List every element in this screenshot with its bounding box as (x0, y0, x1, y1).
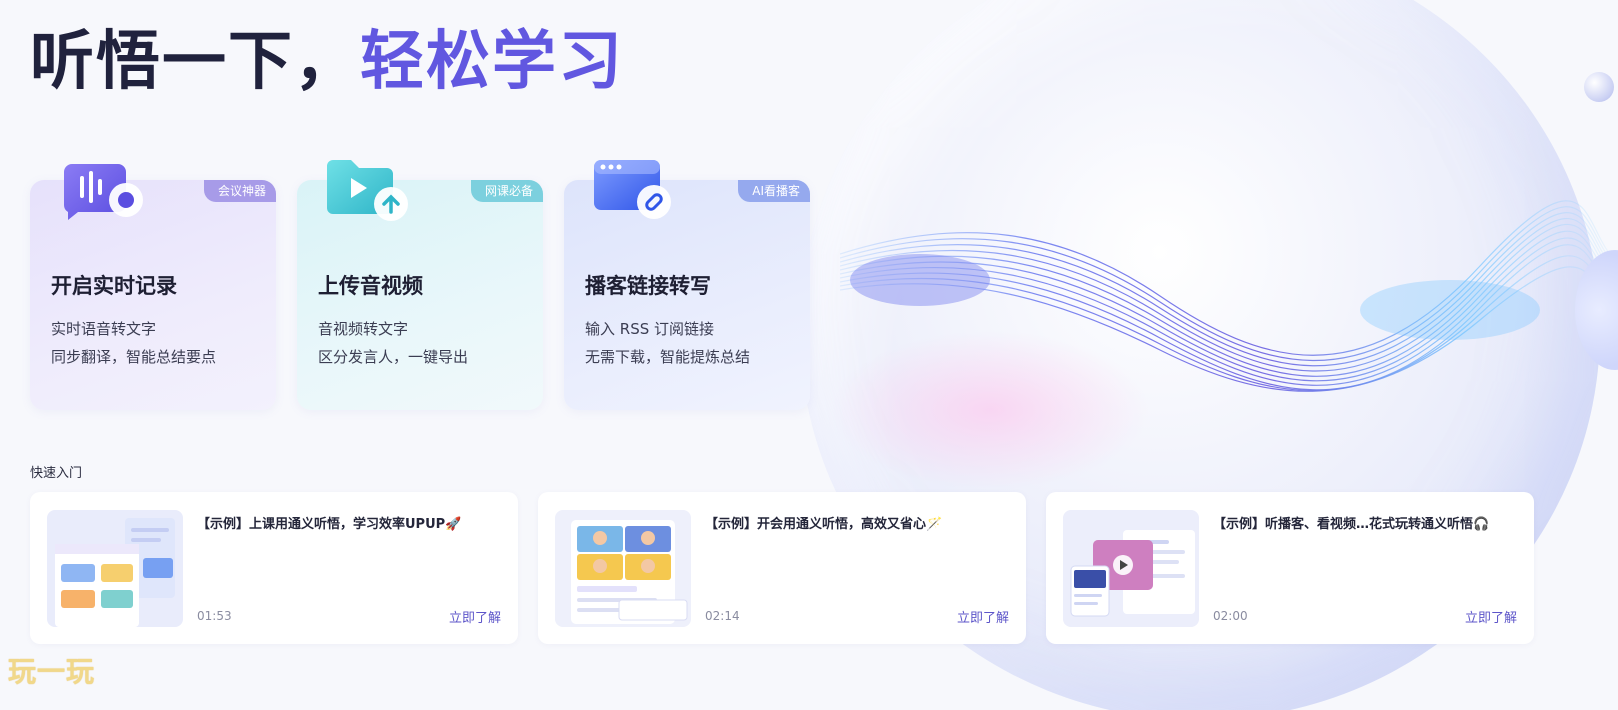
feature-card-realtime-record[interactable]: 会议神器 开启实时记录 实时语音转文字 同步翻译，智能总结要点 (30, 164, 276, 410)
example-title: 【示例】开会用通义听悟，高效又省心🪄 (705, 517, 943, 532)
feature-desc-line1: 输入 RSS 订阅链接 (585, 320, 715, 338)
feature-desc-line2: 区分发言人，一键导出 (318, 348, 469, 366)
feature-desc-line1: 实时语音转文字 (51, 320, 157, 338)
decorative-bubble (1584, 72, 1614, 102)
example-duration: 02:00 (1213, 609, 1248, 623)
voice-record-icon (63, 164, 143, 220)
learn-more-link[interactable]: 立即了解 (449, 607, 501, 626)
feature-title: 播客链接转写 (585, 274, 711, 298)
example-card-meeting[interactable]: 【示例】开会用通义听悟，高效又省心🪄 02:14 立即了解 (538, 492, 1026, 644)
feature-title: 开启实时记录 (51, 274, 177, 298)
feature-title: 上传音视频 (318, 274, 423, 298)
feature-card-podcast-link[interactable]: AI看播客 播客链接转写 输入 RSS 订阅链接 无需下载，智能提炼总结 (564, 160, 810, 410)
feature-card-upload-media[interactable]: 网课必备 上传音视频 音视频转文字 区分发言人，一键导出 (297, 160, 543, 410)
feature-tag: 网课必备 (470, 180, 543, 202)
example-card-class[interactable]: 【示例】上课用通义听悟，学习效率UPUP🚀 01:53 立即了解 (30, 492, 518, 644)
example-card-podcast[interactable]: 【示例】听播客、看视频…花式玩转通义听悟🎧 02:00 立即了解 (1046, 492, 1534, 644)
example-duration: 01:53 (197, 609, 232, 623)
upload-folder-icon (327, 160, 408, 221)
example-title: 【示例】听播客、看视频…花式玩转通义听悟🎧 (1213, 517, 1490, 532)
example-title: 【示例】上课用通义听悟，学习效率UPUP🚀 (197, 517, 462, 532)
feature-tag: AI看播客 (738, 180, 810, 202)
feature-desc-line1: 音视频转文字 (318, 320, 409, 338)
example-thumbnail (1063, 510, 1199, 627)
learn-more-link[interactable]: 立即了解 (1465, 607, 1517, 626)
background-wave (840, 200, 1618, 392)
example-thumbnail (47, 510, 183, 627)
title-dark-part: 听悟一下， (30, 25, 360, 99)
title-accent-part: 轻松学习 (360, 25, 624, 99)
example-duration: 02:14 (705, 609, 740, 623)
feature-desc-line2: 无需下载，智能提炼总结 (585, 348, 751, 366)
learn-more-link[interactable]: 立即了解 (957, 607, 1009, 626)
watermark-logo: 玩一玩 (8, 655, 96, 688)
quick-start-heading: 快速入门 (30, 466, 83, 481)
example-thumbnail (555, 510, 691, 627)
link-window-icon (594, 160, 671, 219)
feature-tag: 会议神器 (203, 180, 276, 202)
page-title: 听悟一下，轻松学习 (30, 22, 624, 102)
feature-desc-line2: 同步翻译，智能总结要点 (51, 348, 217, 366)
